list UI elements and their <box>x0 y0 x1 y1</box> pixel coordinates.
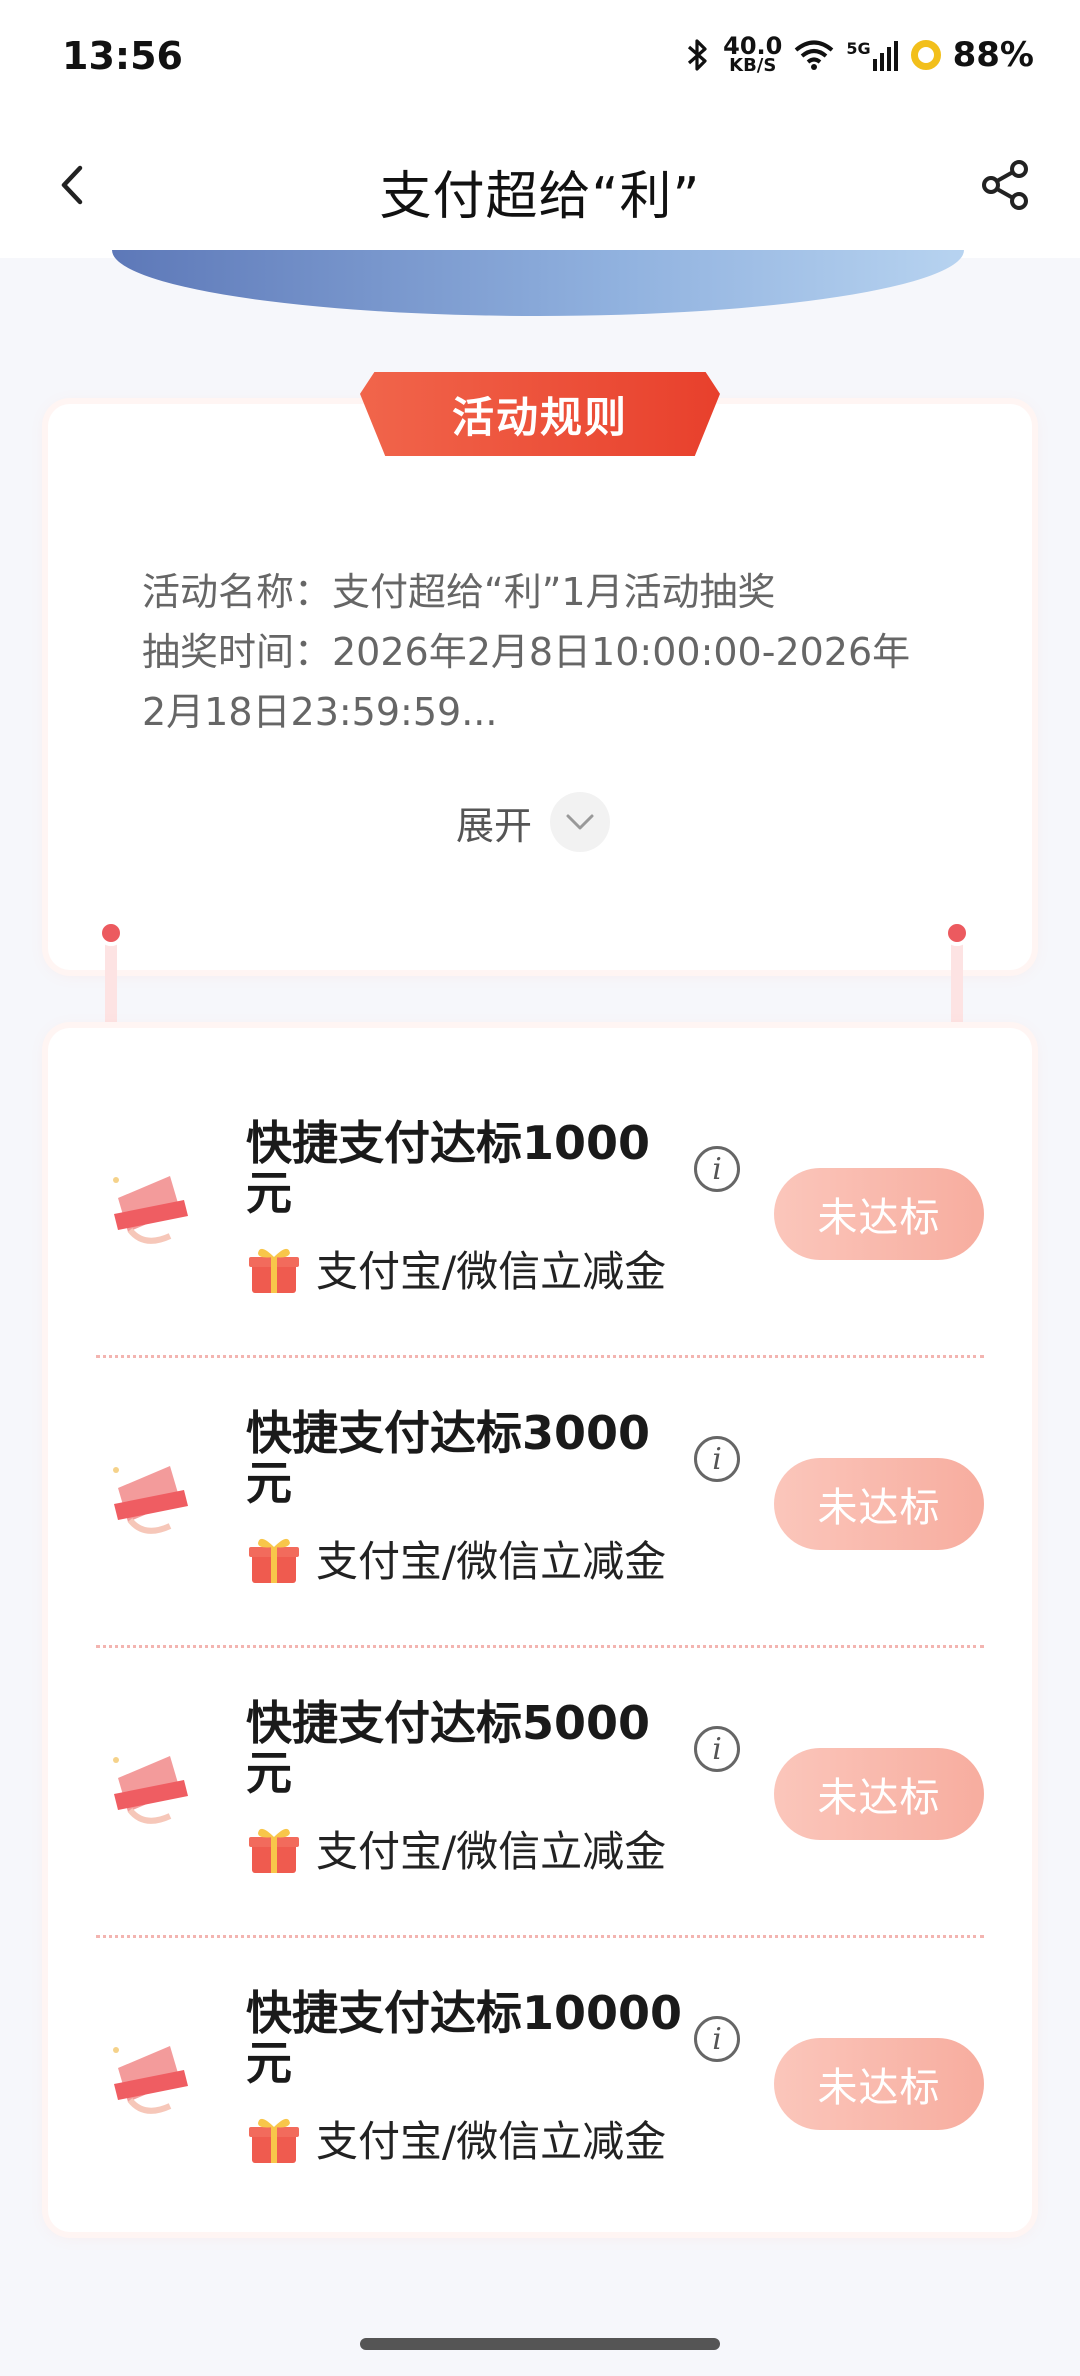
task-title: 快捷支付达标10000 元 <box>246 1988 706 2088</box>
rules-line-time-cont: 2月18日23:59:59... <box>142 690 498 734</box>
task-reward-label: 支付宝/微信立减金 <box>316 1537 667 1586</box>
task-title: 快捷支付达标3000 元 <box>246 1408 706 1508</box>
status-button[interactable]: 未达标 <box>774 1168 984 1260</box>
net-speed: 40.0 KB/S <box>723 32 783 76</box>
task-title-line2: 元 <box>246 1746 292 1800</box>
home-indicator[interactable] <box>360 2338 720 2350</box>
info-icon[interactable]: i <box>694 1146 740 1192</box>
payment-card-icon <box>113 1466 188 1534</box>
gift-icon <box>249 2118 299 2163</box>
task-title-line1: 快捷支付达标3000 <box>246 1406 651 1460</box>
banner-image <box>112 250 964 316</box>
payment-card-icon <box>113 2046 188 2114</box>
task-title-line2: 元 <box>246 1456 292 1510</box>
task-reward: 支付宝/微信立减金 <box>246 1528 666 1589</box>
task-reward-label: 支付宝/微信立减金 <box>316 1247 667 1296</box>
task-row: 快捷支付达标10000 元 支付宝/微信立减金 i 未达标 <box>48 1938 1032 2228</box>
task-title: 快捷支付达标5000 元 <box>246 1698 706 1798</box>
share-icon <box>982 160 1028 210</box>
task-list-card: 快捷支付达标1000 元 支付宝/微信立减金 i 未达标 快捷支付达标3000 … <box>48 1028 1032 2232</box>
expand-label: 展开 <box>456 803 533 848</box>
task-title-line2: 元 <box>246 2036 292 2090</box>
expand-button[interactable] <box>550 792 611 852</box>
task-row: 快捷支付达标1000 元 支付宝/微信立减金 i 未达标 <box>48 1068 1032 1358</box>
expand-toggle[interactable]: 展开 <box>456 792 611 852</box>
page-title: 支付超给“利” <box>379 167 701 227</box>
task-reward-label: 支付宝/微信立减金 <box>316 2117 667 2166</box>
share-button[interactable] <box>970 150 1040 220</box>
bluetooth-icon <box>688 39 707 71</box>
task-title-line1: 快捷支付达标1000 <box>246 1116 651 1170</box>
net-speed-value: 40.0 <box>723 32 783 60</box>
gift-icon <box>249 1828 299 1873</box>
status-button[interactable]: 未达标 <box>774 1458 984 1550</box>
task-reward: 支付宝/微信立减金 <box>246 1238 666 1299</box>
rules-line-name: 活动名称：支付超给“利”1月活动抽奖 <box>142 570 776 614</box>
rules-tab-label: 活动规则 <box>451 392 628 442</box>
status-icons: 40.0 KB/S 5G 88% <box>685 30 1034 80</box>
gift-icon <box>249 1248 299 1293</box>
cell-signal: 5G <box>846 39 898 71</box>
signal-label: 5G <box>846 39 871 58</box>
task-title-line1: 快捷支付达标10000 <box>246 1986 683 2040</box>
rules-line-time: 抽奖时间：2026年2月8日10:00:00-2026年 <box>142 630 911 674</box>
task-row: 快捷支付达标3000 元 支付宝/微信立减金 i 未达标 <box>48 1358 1032 1648</box>
task-title: 快捷支付达标1000 元 <box>246 1118 706 1218</box>
chevron-down-icon <box>566 814 594 830</box>
rules-text: 活动名称：支付超给“利”1月活动抽奖 抽奖时间：2026年2月8日10:00:0… <box>142 562 972 742</box>
payment-card-icon <box>113 1176 188 1244</box>
battery-percent: 88% <box>952 35 1034 75</box>
gift-icon <box>249 1538 299 1583</box>
battery-icon <box>910 40 941 70</box>
status-button[interactable]: 未达标 <box>774 1748 984 1840</box>
status-button[interactable]: 未达标 <box>774 2038 984 2130</box>
payment-card-icon <box>113 1756 188 1824</box>
task-reward-label: 支付宝/微信立减金 <box>316 1827 667 1876</box>
task-reward: 支付宝/微信立减金 <box>246 2108 666 2169</box>
task-title-line1: 快捷支付达标5000 <box>246 1696 651 1750</box>
info-icon[interactable]: i <box>694 1436 740 1482</box>
signal-bars-icon <box>872 41 898 71</box>
wifi-icon <box>795 40 834 70</box>
rules-tab: 活动规则 <box>360 372 720 456</box>
task-title-line2: 元 <box>246 1166 292 1220</box>
net-speed-unit: KB/S <box>729 55 777 76</box>
status-time: 13:56 <box>62 34 183 78</box>
task-row: 快捷支付达标5000 元 支付宝/微信立减金 i 未达标 <box>48 1648 1032 1938</box>
info-icon[interactable]: i <box>694 2016 740 2062</box>
nav-bar: 支付超给“利” <box>0 118 1080 258</box>
task-reward: 支付宝/微信立减金 <box>246 1818 666 1879</box>
info-icon[interactable]: i <box>694 1726 740 1772</box>
status-bar: 13:56 40.0 KB/S 5G 88% <box>0 0 1080 118</box>
